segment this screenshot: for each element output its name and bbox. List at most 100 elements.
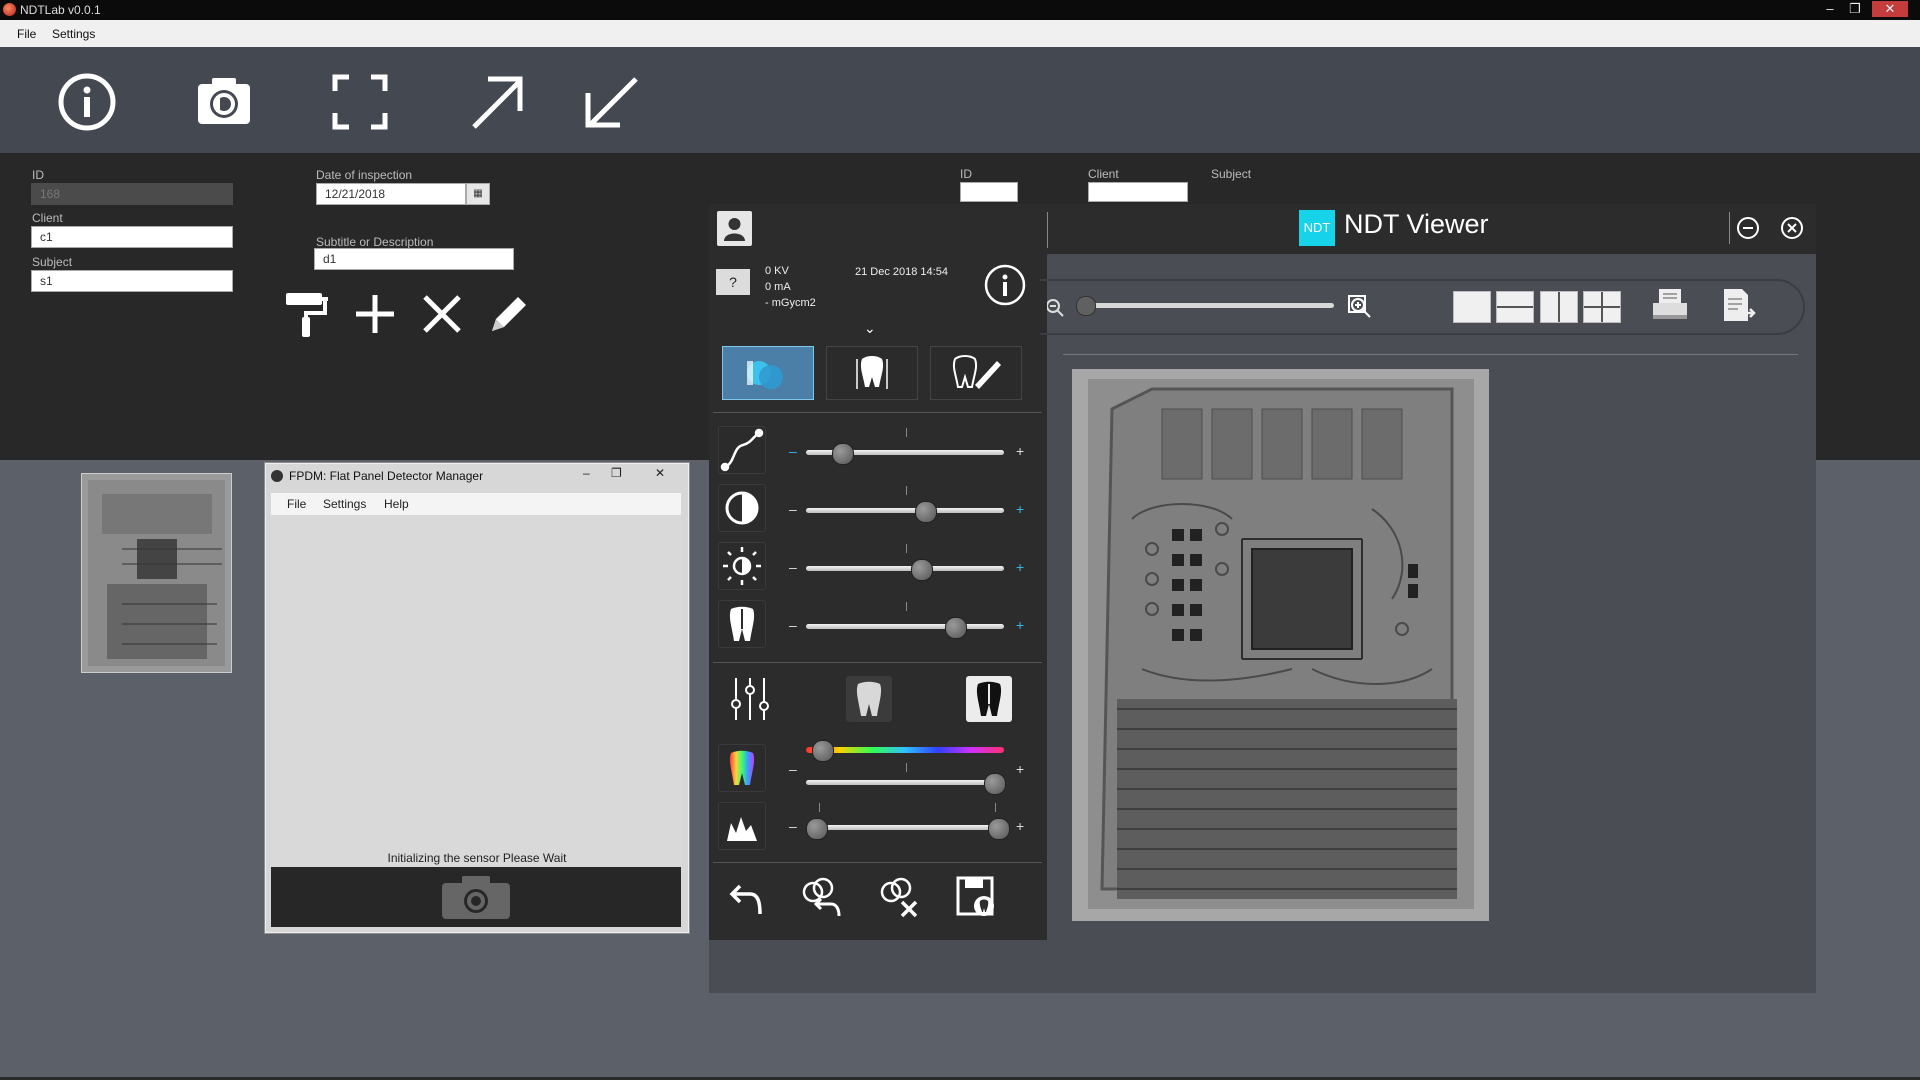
window-title-bar: NDTLab v0.0.1 – ❐ ✕ [0,0,1920,20]
ma-value: 0 mA [765,281,791,293]
contrast-slider-track[interactable] [806,508,1004,513]
layout-horizontal-split-button[interactable] [1496,291,1534,323]
search-client-label: Client [1088,167,1119,181]
brightness-slider-track[interactable] [806,566,1004,571]
info-icon[interactable] [52,67,122,137]
fpdm-close-icon[interactable]: ✕ [655,466,665,480]
subject-field[interactable]: s1 [31,270,233,292]
histogram-high-knob[interactable] [988,818,1011,840]
camera-icon[interactable] [189,67,259,137]
close-window-icon[interactable]: ✕ [1872,1,1908,17]
sharpen-increase[interactable]: + [1016,617,1024,633]
subtitle-field[interactable]: d1 [314,248,514,270]
layout-grid-button[interactable] [1583,291,1621,323]
color-range-knob[interactable] [984,773,1007,795]
sharpen-slider-track[interactable] [806,624,1004,629]
contrast-decrease[interactable]: – [789,501,797,517]
layout-single-button[interactable] [1453,291,1491,323]
undo-icon[interactable] [722,876,768,922]
curve-increase[interactable]: + [1016,443,1024,459]
sharpen-tooth-icon[interactable] [718,600,766,648]
contrast-increase[interactable]: + [1016,501,1024,517]
histogram-increase[interactable]: + [1016,818,1024,834]
curve-decrease[interactable]: – [789,443,797,459]
brightness-icon[interactable] [718,542,766,590]
export-icon[interactable] [462,67,532,137]
brightness-decrease[interactable]: – [789,559,797,575]
search-client-field[interactable] [1088,182,1188,202]
search-subject-label: Subject [1211,167,1252,181]
header-divider [1047,212,1048,248]
histogram-icon[interactable] [718,802,766,850]
fpdm-maximize-icon[interactable]: ❐ [611,466,622,480]
client-field[interactable]: c1 [31,226,233,248]
remove-overlay-icon[interactable] [876,874,922,920]
color-range-track[interactable] [806,780,1004,785]
print-icon[interactable] [1650,287,1690,323]
close-icon[interactable] [417,289,467,339]
color-increase[interactable]: + [1016,761,1024,777]
tooth-filter-icon[interactable] [846,676,892,722]
fpdm-menu-settings[interactable]: Settings [323,497,366,511]
zoom-in-icon[interactable] [1346,293,1374,321]
minimize-icon[interactable]: – [1820,1,1840,17]
brightness-slider-knob[interactable] [910,559,933,581]
header-divider [1729,212,1730,244]
image-info-icon[interactable] [984,264,1026,306]
invert-tooth-icon[interactable] [966,676,1012,722]
contrast-slider-knob[interactable] [914,501,937,523]
color-decrease[interactable]: – [789,761,797,777]
calendar-icon[interactable]: ▦ [466,183,490,205]
date-field[interactable]: 12/21/2018 [316,183,466,205]
contrast-icon[interactable] [718,484,766,532]
curve-slider-knob[interactable] [831,443,854,465]
brightness-increase[interactable]: + [1016,559,1024,575]
tooth-annotate-mode-button[interactable] [930,346,1022,400]
zoom-slider-track[interactable] [1082,303,1334,308]
capture-camera-icon[interactable] [440,873,512,921]
paint-roller-icon[interactable] [282,289,332,339]
chevron-down-icon[interactable]: ⌄ [864,320,876,337]
reset-overlay-icon[interactable] [797,874,843,920]
contrast-center-tick [906,486,907,495]
plus-icon[interactable] [350,289,400,339]
fpdm-minimize-icon[interactable]: – [583,466,590,480]
tooth-measure-mode-button[interactable] [826,346,918,400]
import-icon[interactable] [576,67,646,137]
menu-bar: File Settings [0,20,1920,48]
sharpen-decrease[interactable]: – [789,617,797,633]
histogram-track[interactable] [806,825,1004,830]
search-id-field[interactable] [960,182,1018,202]
color-overlay-mode-button[interactable] [722,346,814,400]
xray-image[interactable] [1072,369,1489,921]
adjustments-icon[interactable] [727,676,773,722]
fpdm-menu-file[interactable]: File [287,497,306,511]
menu-file[interactable]: File [17,27,36,41]
menu-settings[interactable]: Settings [52,27,95,41]
viewer-status-bar [709,941,1816,993]
image-thumbnail[interactable] [81,473,232,673]
minimize-circle-icon[interactable] [1736,216,1760,240]
fpdm-menu-help[interactable]: Help [384,497,409,511]
fullscreen-icon[interactable] [325,67,395,137]
id-label: ID [32,168,44,182]
export-report-icon[interactable] [1720,287,1760,323]
restore-icon[interactable]: ❐ [1845,1,1865,17]
user-avatar-icon[interactable] [717,211,752,246]
pencil-icon[interactable] [484,289,534,339]
layout-vertical-split-button[interactable] [1540,291,1578,323]
color-map-tooth-icon[interactable] [718,744,766,792]
curve-icon[interactable] [718,426,766,474]
main-toolbar [0,47,1920,153]
color-hue-knob[interactable] [811,740,834,762]
sharpen-slider-knob[interactable] [944,617,967,639]
zoom-slider-knob[interactable] [1076,296,1096,316]
color-hue-track[interactable] [806,747,1004,753]
histogram-decrease[interactable]: – [789,818,797,834]
histogram-low-knob[interactable] [805,818,828,840]
zoom-out-icon[interactable] [1046,297,1065,319]
app-logo-icon [3,3,16,16]
save-image-icon[interactable] [954,874,1000,920]
close-circle-icon[interactable] [1780,216,1804,240]
window-title: NDTLab v0.0.1 [20,3,101,17]
